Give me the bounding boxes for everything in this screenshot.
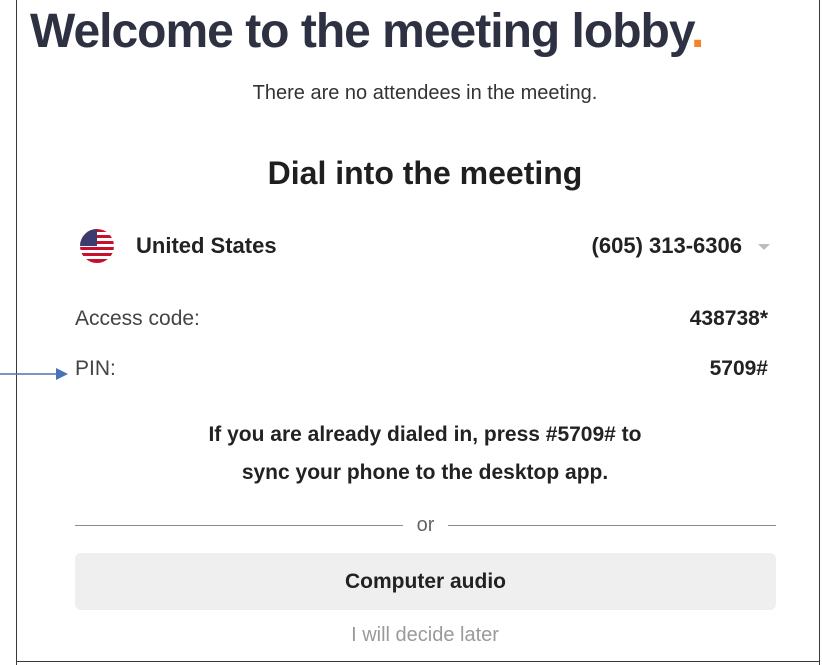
sync-instructions-line-1: If you are already dialed in, press #570… (208, 423, 642, 446)
country-name: United States (136, 233, 277, 258)
dial-in-heading: Dial into the meeting (267, 155, 583, 191)
or-divider: or (75, 510, 777, 540)
frame-left-border (16, 0, 17, 665)
pin-row: PIN: 5709# (75, 357, 768, 381)
frame-bottom-border (16, 661, 820, 662)
dial-in-phone-number: (605) 313-6306 (591, 233, 742, 258)
chevron-down-icon[interactable] (758, 244, 770, 250)
us-flag-icon (80, 229, 114, 263)
divider-or-text: or (416, 513, 435, 536)
sync-instructions: If you are already dialed in, press #570… (30, 416, 820, 492)
pin-label: PIN: (75, 357, 116, 380)
country-selector[interactable]: United States (605) 313-6306 (80, 224, 770, 268)
computer-audio-button[interactable]: Computer audio (75, 553, 776, 610)
access-code-value: 438738* (689, 307, 768, 330)
access-code-row: Access code: 438738* (75, 307, 768, 331)
divider-line-left (75, 524, 403, 526)
pin-value: 5709# (709, 357, 768, 380)
page-title-text: Welcome to the meeting lobby (30, 5, 692, 58)
access-code-label: Access code: (75, 307, 200, 330)
divider-line-right (448, 524, 777, 526)
decide-later-link[interactable]: I will decide later (30, 624, 820, 647)
attendees-status: There are no attendees in the meeting. (252, 82, 598, 104)
page-title: Welcome to the meeting lobby. (30, 4, 820, 59)
title-accent-dot: . (690, 5, 704, 58)
sync-instructions-line-2: sync your phone to the desktop app. (241, 461, 609, 484)
annotation-arrow-icon (0, 368, 68, 380)
